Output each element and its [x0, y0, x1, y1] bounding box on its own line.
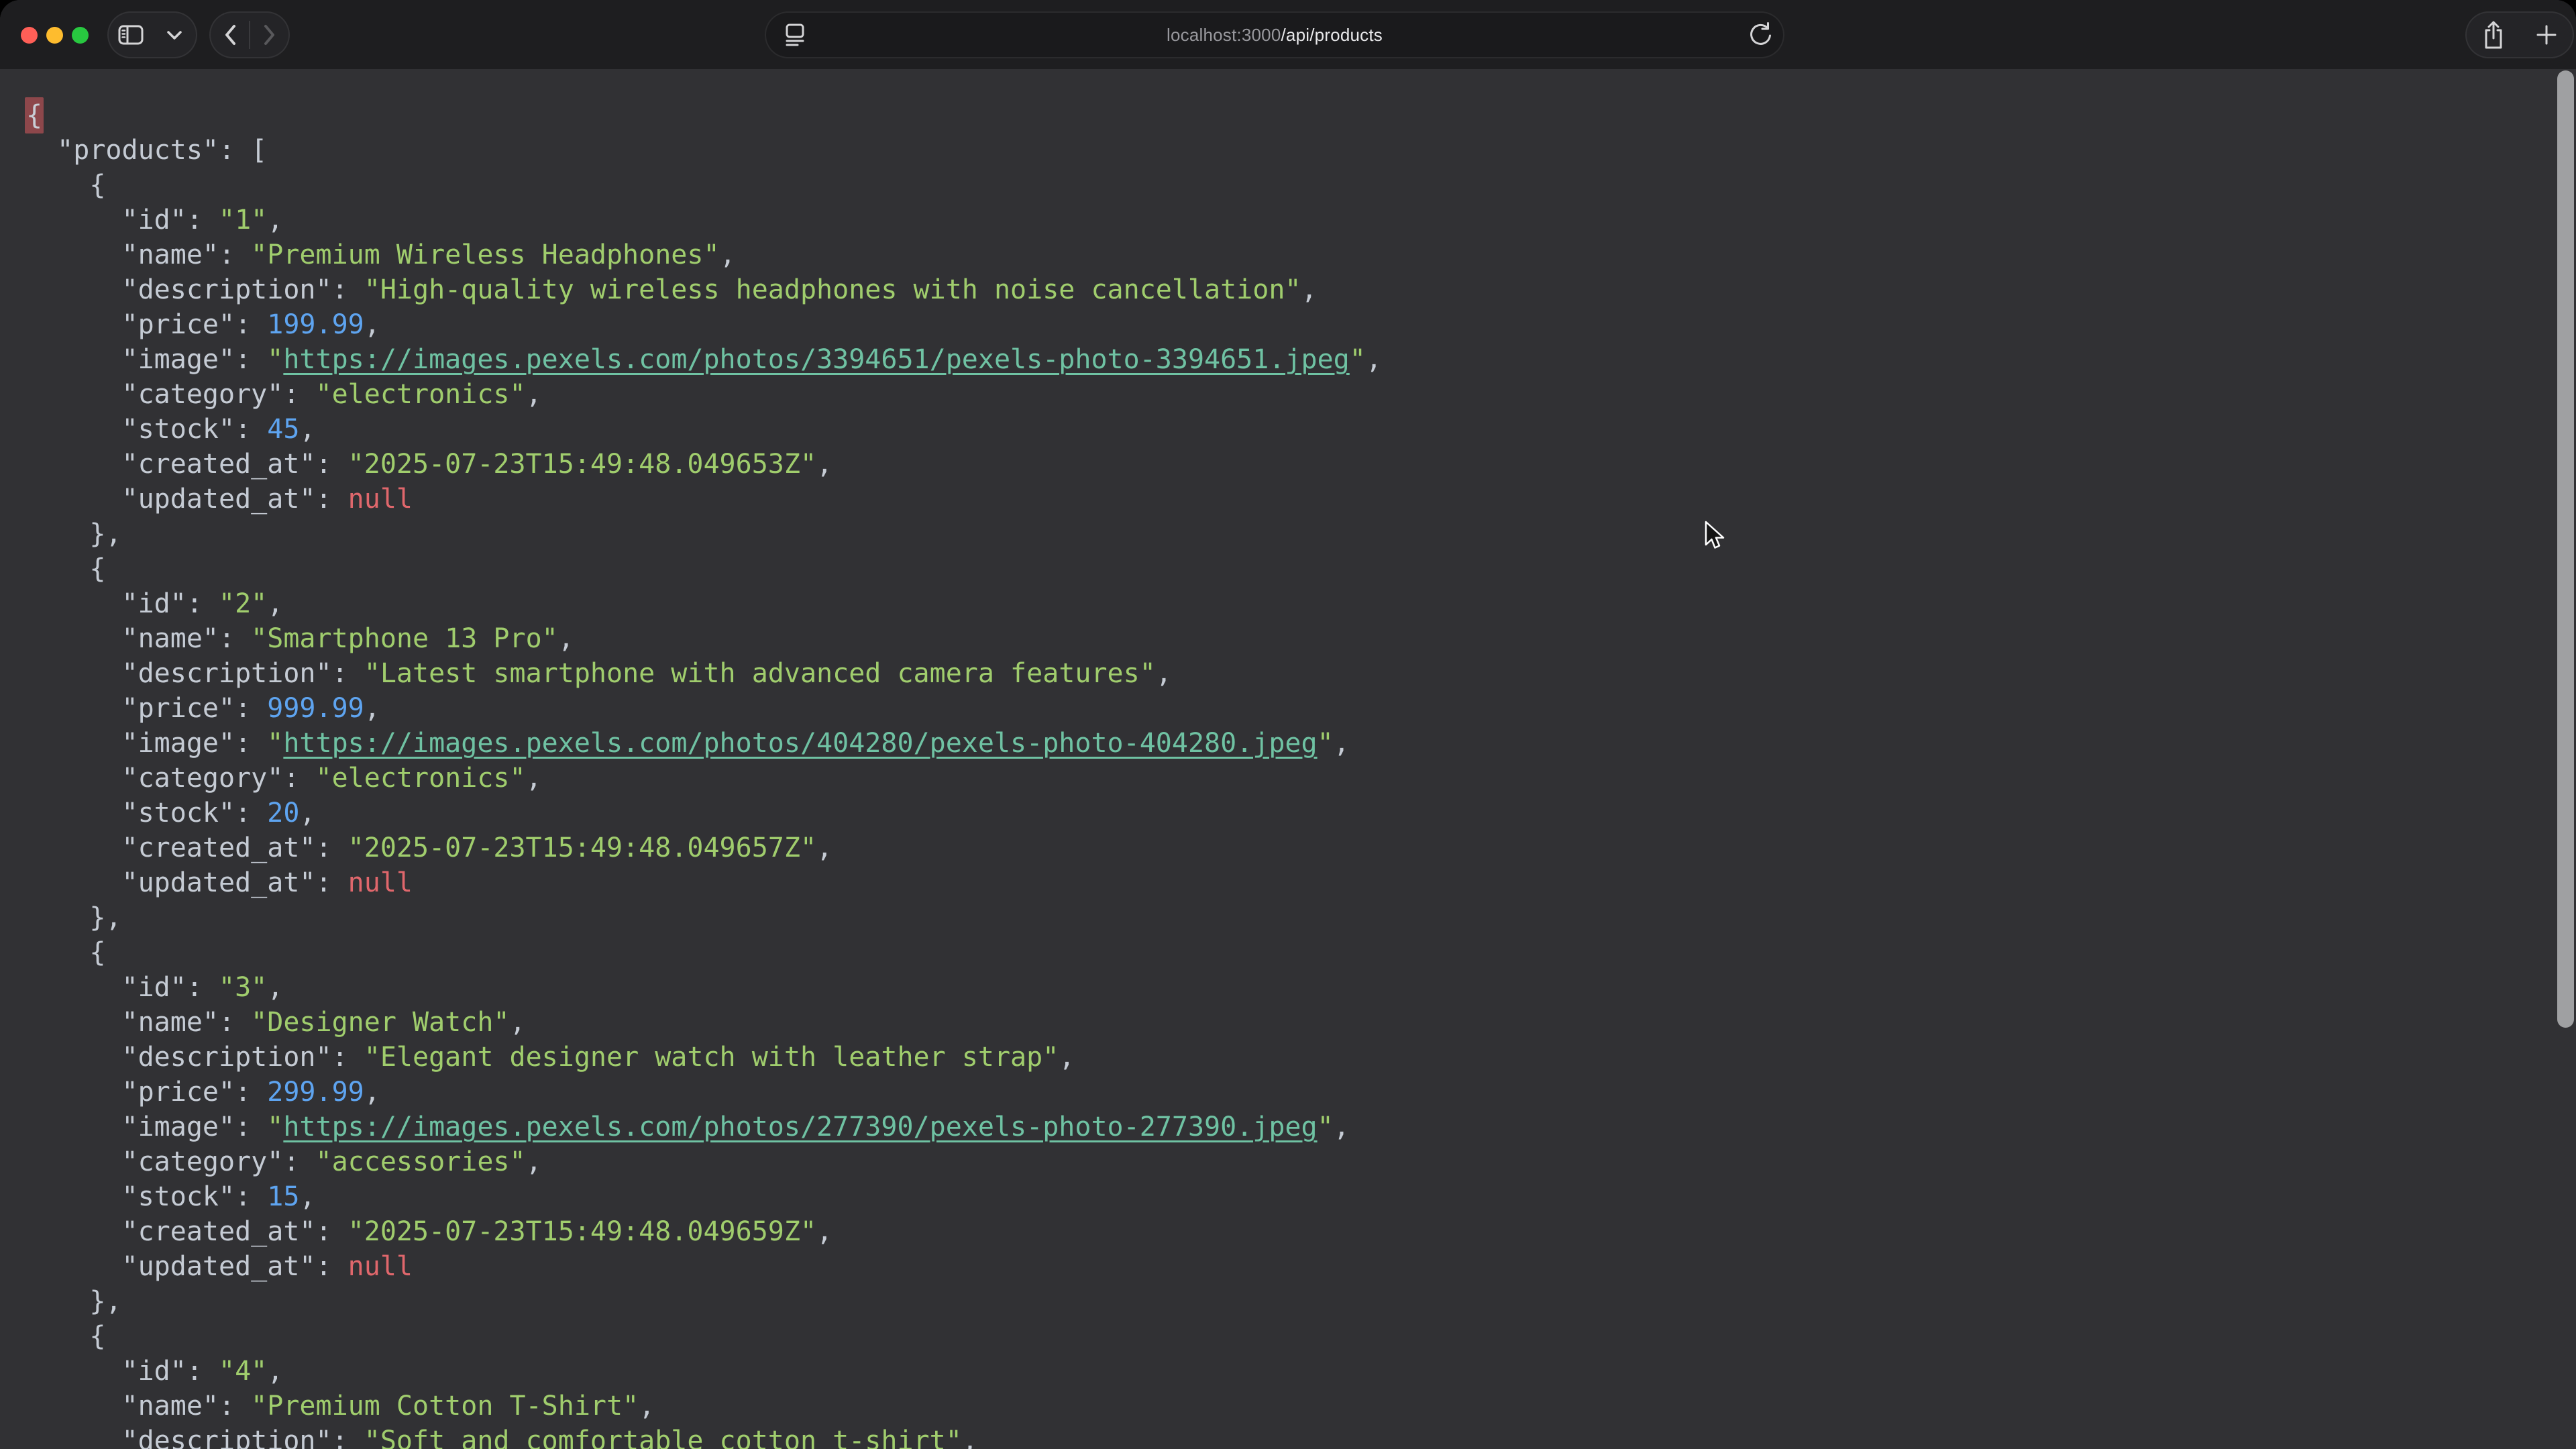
json-link[interactable]: https://images.pexels.com/photos/277390/… [283, 1112, 1317, 1142]
mouse-cursor [1704, 521, 1727, 553]
json-link[interactable]: https://images.pexels.com/photos/404280/… [283, 728, 1317, 759]
json-line: "name": "Designer Watch", [25, 1005, 2536, 1040]
json-line: "image": "https://images.pexels.com/phot… [25, 726, 2536, 761]
forward-button[interactable] [250, 13, 288, 57]
json-line: { [25, 935, 2536, 970]
minimize-window-button[interactable] [46, 27, 63, 44]
new-tab-icon [2536, 24, 2557, 46]
json-line: "created_at": "2025-07-23T15:49:48.04965… [25, 1214, 2536, 1249]
json-line: }, [25, 900, 2536, 935]
json-line: "id": "3", [25, 970, 2536, 1005]
browser-toolbar: localhost:3000/api/products [0, 0, 2576, 69]
json-line: "description": "Soft and comfortable cot… [25, 1424, 2536, 1449]
url-host: localhost:3000 [1167, 25, 1281, 45]
json-line: "image": "https://images.pexels.com/phot… [25, 342, 2536, 377]
navigation-controls [209, 11, 290, 58]
json-line: "name": "Premium Wireless Headphones", [25, 237, 2536, 272]
json-line: }, [25, 517, 2536, 551]
json-line: "description": "Elegant designer watch w… [25, 1040, 2536, 1075]
json-line: "price": 199.99, [25, 307, 2536, 342]
json-line: { [25, 98, 2536, 133]
refresh-icon [1747, 21, 1774, 48]
json-line: "stock": 15, [25, 1179, 2536, 1214]
page-settings-button[interactable] [784, 13, 806, 57]
json-line: "updated_at": null [25, 865, 2536, 900]
sidebar-toggle-button[interactable] [109, 13, 152, 57]
browser-window: localhost:3000/api/products [0, 0, 2576, 1449]
back-icon [223, 24, 237, 46]
sidebar-menu-button[interactable] [152, 13, 196, 57]
json-line: "stock": 20, [25, 796, 2536, 830]
json-line: "price": 999.99, [25, 691, 2536, 726]
json-line: { [25, 1319, 2536, 1354]
json-line: "created_at": "2025-07-23T15:49:48.04965… [25, 830, 2536, 865]
share-button[interactable] [2467, 13, 2520, 57]
json-line: "name": "Premium Cotton T-Shirt", [25, 1389, 2536, 1424]
sidebar-controls [107, 11, 197, 58]
page-content: { "products": [ { "id": "1", "name": "Pr… [0, 69, 2576, 1449]
json-line: "category": "accessories", [25, 1144, 2536, 1179]
back-button[interactable] [211, 13, 249, 57]
json-line: { [25, 551, 2536, 586]
sidebar-icon [118, 25, 144, 45]
json-line: "id": "1", [25, 203, 2536, 237]
json-line: "description": "Latest smartphone with a… [25, 656, 2536, 691]
json-line: "category": "electronics", [25, 377, 2536, 412]
zoom-window-button[interactable] [72, 27, 89, 44]
json-line: "updated_at": null [25, 482, 2536, 517]
json-viewer: { "products": [ { "id": "1", "name": "Pr… [25, 98, 2536, 1449]
json-line: "stock": 45, [25, 412, 2536, 447]
json-line: "name": "Smartphone 13 Pro", [25, 621, 2536, 656]
address-bar[interactable]: localhost:3000/api/products [765, 11, 1784, 58]
chevron-down-icon [166, 30, 182, 40]
refresh-button[interactable] [1747, 13, 1774, 57]
scrollbar-thumb[interactable] [2557, 70, 2574, 1028]
json-line: "image": "https://images.pexels.com/phot… [25, 1110, 2536, 1144]
json-line: "description": "High-quality wireless he… [25, 272, 2536, 307]
url-path: /api/products [1281, 25, 1383, 45]
url-text[interactable]: localhost:3000/api/products [1167, 25, 1383, 46]
json-line: { [25, 168, 2536, 203]
forward-icon [263, 24, 276, 46]
json-line: "created_at": "2025-07-23T15:49:48.04965… [25, 447, 2536, 482]
page-icon [784, 22, 806, 48]
json-line: "price": 299.99, [25, 1075, 2536, 1110]
json-line: "id": "4", [25, 1354, 2536, 1389]
json-link[interactable]: https://images.pexels.com/photos/3394651… [283, 344, 1349, 375]
json-line: "updated_at": null [25, 1249, 2536, 1284]
json-line: "id": "2", [25, 586, 2536, 621]
json-line: }, [25, 1284, 2536, 1319]
toolbar-actions [2465, 11, 2574, 58]
share-icon [2481, 19, 2506, 50]
close-window-button[interactable] [21, 27, 38, 44]
json-line: "products": [ [25, 133, 2536, 168]
json-line: "category": "electronics", [25, 761, 2536, 796]
new-tab-button[interactable] [2520, 13, 2573, 57]
